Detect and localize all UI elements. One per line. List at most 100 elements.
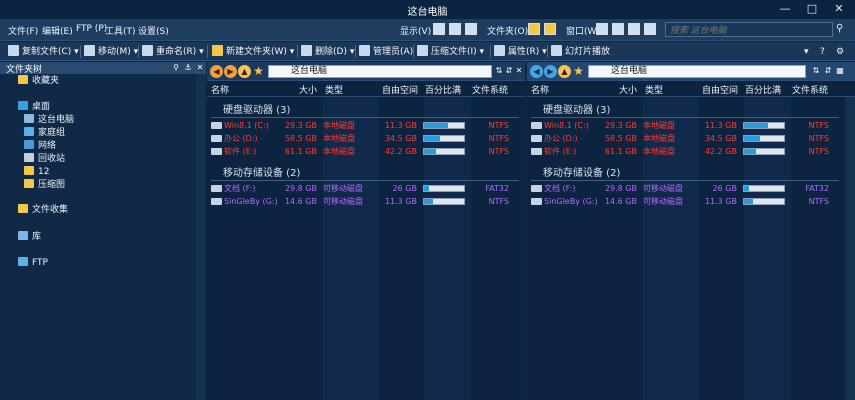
split-horizontal-icon[interactable] bbox=[628, 23, 640, 35]
up-icon[interactable]: ▲ bbox=[558, 65, 571, 78]
col-fs[interactable]: 文件系统 bbox=[792, 83, 828, 96]
col-size[interactable]: 大小 bbox=[619, 83, 637, 96]
drive-row[interactable]: SinGleBy (G:) 14.6 GB 可移动磁盘 11.3 GB NTFS bbox=[207, 195, 525, 208]
thumbnail-view-icon[interactable] bbox=[465, 23, 477, 35]
drive-row[interactable]: Win8.1 (C:) 29.3 GB 本地磁盘 11.3 GB NTFS bbox=[527, 119, 845, 132]
tree-close-icon[interactable]: ✕ bbox=[195, 63, 205, 73]
drive-row[interactable]: 文档 (F:) 29.8 GB 可移动磁盘 26 GB FAT32 bbox=[207, 182, 525, 195]
back-icon[interactable]: ◀ bbox=[210, 65, 223, 78]
tree-pin-icon[interactable]: ⚓ bbox=[183, 63, 193, 73]
help-icon[interactable]: ? bbox=[820, 45, 825, 59]
delete-button[interactable]: 删除(D) ▾ bbox=[301, 45, 354, 59]
up-icon[interactable]: ▲ bbox=[238, 65, 251, 78]
split-vertical-icon[interactable] bbox=[644, 23, 656, 35]
slideshow-button[interactable]: 幻灯片播放 bbox=[551, 45, 610, 59]
drive-row[interactable]: 软件 (E:) 61.1 GB 本地磁盘 42.2 GB NTFS bbox=[527, 145, 845, 158]
details-view-icon[interactable] bbox=[449, 23, 461, 35]
toolbar-settings-icon[interactable]: ⚙ bbox=[836, 45, 844, 59]
drive-row[interactable]: 办公 (D:) 58.5 GB 本地磁盘 34.5 GB NTFS bbox=[207, 132, 525, 145]
col-type[interactable]: 类型 bbox=[325, 83, 343, 96]
col-percent[interactable]: 百分比满 bbox=[425, 83, 461, 96]
col-name[interactable]: 名称 bbox=[531, 83, 549, 96]
folder-icon[interactable] bbox=[528, 23, 540, 35]
tree-item-compressed[interactable]: 压缩图 bbox=[24, 179, 65, 192]
tree-item-ftp[interactable]: FTP bbox=[18, 257, 48, 270]
drive-row[interactable]: SinGleBy (G:) 14.6 GB 可移动磁盘 11.3 GB NTFS bbox=[527, 195, 845, 208]
separator bbox=[80, 45, 81, 58]
tree-item-12[interactable]: 12 bbox=[24, 166, 49, 179]
dual-pane-icon[interactable] bbox=[612, 23, 624, 35]
usage-bar bbox=[743, 122, 785, 129]
group-header[interactable]: 硬盘驱动器 (3) bbox=[543, 101, 610, 116]
tree-item-desktop[interactable]: 桌面 bbox=[18, 101, 50, 114]
tree-item-network[interactable]: 网络 bbox=[24, 140, 56, 153]
properties-button[interactable]: 属性(R) ▾ bbox=[494, 45, 547, 59]
move-button[interactable]: 移动(M) ▾ bbox=[84, 45, 138, 59]
tree-search-icon[interactable]: ⚲ bbox=[171, 63, 181, 73]
menu-edit[interactable]: 编辑(E) bbox=[42, 24, 73, 37]
copy-files-button[interactable]: 复制文件(C) ▾ bbox=[8, 45, 79, 59]
tree-item-homegroup[interactable]: 家庭组 bbox=[24, 127, 65, 140]
rename-button[interactable]: 重命名(R) ▾ bbox=[142, 45, 204, 59]
separator bbox=[547, 45, 548, 58]
forward-icon[interactable]: ▶ bbox=[224, 65, 237, 78]
pane-close-icon[interactable]: ✕ bbox=[514, 66, 524, 76]
folder-sync-icon[interactable] bbox=[544, 23, 556, 35]
drive-name: SinGleBy (G:) bbox=[224, 197, 278, 206]
compress-button[interactable]: 压缩文件(I) ▾ bbox=[417, 45, 484, 59]
back-icon[interactable]: ◀ bbox=[530, 65, 543, 78]
tree-item-recycle-bin[interactable]: 回收站 bbox=[24, 153, 65, 166]
menu-view[interactable]: 显示(V) bbox=[400, 24, 431, 37]
menu-folder[interactable]: 文件夹(O) bbox=[487, 24, 528, 37]
drive-row[interactable]: 文档 (F:) 29.8 GB 可移动磁盘 26 GB FAT32 bbox=[527, 182, 845, 195]
tree-item-favorites[interactable]: 收藏夹 bbox=[18, 75, 59, 88]
tree-scrollbar[interactable] bbox=[196, 74, 206, 400]
drive-icon bbox=[531, 148, 542, 155]
favorites-star-icon[interactable]: ★ bbox=[252, 65, 265, 78]
maximize-icon[interactable]: □ bbox=[799, 0, 825, 18]
drive-icon bbox=[531, 135, 542, 142]
tree-item-this-pc[interactable]: 这台电脑 bbox=[24, 114, 74, 127]
close-icon[interactable]: ✕ bbox=[826, 0, 852, 18]
pane-sort-icon[interactable]: ⇵ bbox=[823, 66, 833, 76]
search-icon[interactable]: ⚲ bbox=[836, 23, 848, 35]
group-header[interactable]: 硬盘驱动器 (3) bbox=[223, 101, 290, 116]
group-divider bbox=[531, 180, 839, 181]
menu-settings[interactable]: 设置(S) bbox=[138, 24, 169, 37]
menu-tools[interactable]: 工具(T) bbox=[105, 24, 136, 37]
favorites-star-icon[interactable]: ★ bbox=[572, 65, 585, 78]
toolbar-config-icon[interactable]: ▾ bbox=[804, 45, 809, 59]
pane-sort-icon[interactable]: ⇵ bbox=[504, 66, 514, 76]
group-header[interactable]: 移动存储设备 (2) bbox=[223, 164, 300, 179]
pane-view-icon[interactable]: ▦ bbox=[835, 66, 845, 76]
col-percent[interactable]: 百分比满 bbox=[745, 83, 781, 96]
col-name[interactable]: 名称 bbox=[211, 83, 229, 96]
col-size[interactable]: 大小 bbox=[299, 83, 317, 96]
menu-window[interactable]: 窗口(W) bbox=[566, 24, 600, 37]
menu-file[interactable]: 文件(F) bbox=[8, 24, 38, 37]
single-pane-icon[interactable] bbox=[596, 23, 608, 35]
address-field[interactable]: 这台电脑 bbox=[268, 65, 492, 78]
minimize-icon[interactable]: — bbox=[772, 0, 798, 18]
col-type[interactable]: 类型 bbox=[645, 83, 663, 96]
col-free[interactable]: 自由空间 bbox=[702, 83, 738, 96]
address-field[interactable]: 这台电脑 bbox=[588, 65, 806, 78]
new-folder-button[interactable]: 新建文件夹(W) ▾ bbox=[212, 45, 294, 59]
pane-scrollbar[interactable] bbox=[845, 97, 855, 400]
pane-settings-icon[interactable]: ⇅ bbox=[494, 66, 504, 76]
menu-ftp[interactable]: FTP (P) bbox=[76, 24, 107, 34]
drive-row[interactable]: 软件 (E:) 61.1 GB 本地磁盘 42.2 GB NTFS bbox=[207, 145, 525, 158]
col-fs[interactable]: 文件系统 bbox=[472, 83, 508, 96]
pane-settings-icon[interactable]: ⇅ bbox=[811, 66, 821, 76]
col-free[interactable]: 自由空间 bbox=[382, 83, 418, 96]
admin-button[interactable]: 管理员(A) bbox=[359, 45, 413, 59]
view-icon[interactable] bbox=[433, 23, 445, 35]
group-header[interactable]: 移动存储设备 (2) bbox=[543, 164, 620, 179]
forward-icon[interactable]: ▶ bbox=[544, 65, 557, 78]
drive-row[interactable]: Win8.1 (C:) 29.3 GB 本地磁盘 11.3 GB NTFS bbox=[207, 119, 525, 132]
drive-row[interactable]: 办公 (D:) 58.5 GB 本地磁盘 34.5 GB NTFS bbox=[527, 132, 845, 145]
search-input[interactable] bbox=[665, 22, 833, 37]
tree-item-file-collection[interactable]: 文件收集 bbox=[18, 204, 68, 217]
column-header: 名称 大小 类型 自由空间 百分比满 文件系统 bbox=[527, 81, 855, 97]
tree-item-library[interactable]: 库 bbox=[18, 231, 41, 244]
